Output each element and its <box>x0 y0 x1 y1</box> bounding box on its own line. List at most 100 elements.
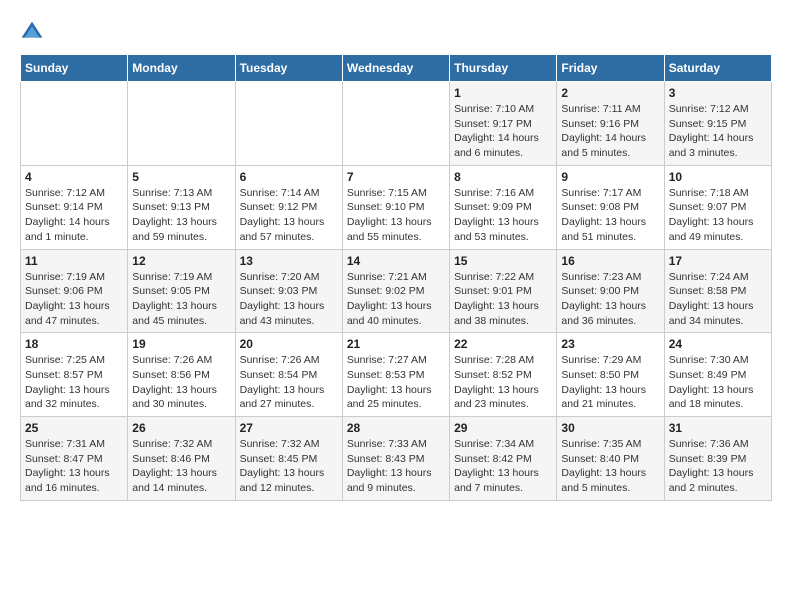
calendar-cell: 29 Sunrise: 7:34 AM Sunset: 8:42 PM Dayli… <box>450 417 557 501</box>
day-number: 25 <box>25 421 123 435</box>
day-number: 13 <box>240 254 338 268</box>
calendar-cell: 17 Sunrise: 7:24 AM Sunset: 8:58 PM Dayli… <box>664 249 771 333</box>
day-info: Sunrise: 7:11 AM Sunset: 9:16 PM Dayligh… <box>561 102 659 161</box>
day-info: Sunrise: 7:23 AM Sunset: 9:00 PM Dayligh… <box>561 270 659 329</box>
day-info: Sunrise: 7:25 AM Sunset: 8:57 PM Dayligh… <box>25 353 123 412</box>
day-number: 27 <box>240 421 338 435</box>
day-number: 28 <box>347 421 445 435</box>
day-info: Sunrise: 7:33 AM Sunset: 8:43 PM Dayligh… <box>347 437 445 496</box>
day-info: Sunrise: 7:29 AM Sunset: 8:50 PM Dayligh… <box>561 353 659 412</box>
day-number: 23 <box>561 337 659 351</box>
day-info: Sunrise: 7:32 AM Sunset: 8:46 PM Dayligh… <box>132 437 230 496</box>
calendar-cell: 2 Sunrise: 7:11 AM Sunset: 9:16 PM Daylig… <box>557 82 664 166</box>
day-info: Sunrise: 7:32 AM Sunset: 8:45 PM Dayligh… <box>240 437 338 496</box>
calendar-cell: 5 Sunrise: 7:13 AM Sunset: 9:13 PM Daylig… <box>128 165 235 249</box>
day-info: Sunrise: 7:27 AM Sunset: 8:53 PM Dayligh… <box>347 353 445 412</box>
day-number: 1 <box>454 86 552 100</box>
day-info: Sunrise: 7:10 AM Sunset: 9:17 PM Dayligh… <box>454 102 552 161</box>
day-number: 18 <box>25 337 123 351</box>
day-info: Sunrise: 7:14 AM Sunset: 9:12 PM Dayligh… <box>240 186 338 245</box>
calendar-header-sunday: Sunday <box>21 55 128 82</box>
calendar-cell: 28 Sunrise: 7:33 AM Sunset: 8:43 PM Dayli… <box>342 417 449 501</box>
calendar-header-row: SundayMondayTuesdayWednesdayThursdayFrid… <box>21 55 772 82</box>
day-info: Sunrise: 7:19 AM Sunset: 9:06 PM Dayligh… <box>25 270 123 329</box>
day-number: 3 <box>669 86 767 100</box>
calendar-cell: 11 Sunrise: 7:19 AM Sunset: 9:06 PM Dayli… <box>21 249 128 333</box>
logo-icon <box>20 20 44 44</box>
calendar-table: SundayMondayTuesdayWednesdayThursdayFrid… <box>20 54 772 501</box>
calendar-cell: 31 Sunrise: 7:36 AM Sunset: 8:39 PM Dayli… <box>664 417 771 501</box>
calendar-week-2: 4 Sunrise: 7:12 AM Sunset: 9:14 PM Daylig… <box>21 165 772 249</box>
calendar-header-monday: Monday <box>128 55 235 82</box>
calendar-cell: 30 Sunrise: 7:35 AM Sunset: 8:40 PM Dayli… <box>557 417 664 501</box>
day-number: 14 <box>347 254 445 268</box>
day-number: 19 <box>132 337 230 351</box>
day-info: Sunrise: 7:17 AM Sunset: 9:08 PM Dayligh… <box>561 186 659 245</box>
day-number: 30 <box>561 421 659 435</box>
page-header <box>20 20 772 44</box>
day-info: Sunrise: 7:22 AM Sunset: 9:01 PM Dayligh… <box>454 270 552 329</box>
calendar-cell: 14 Sunrise: 7:21 AM Sunset: 9:02 PM Dayli… <box>342 249 449 333</box>
day-info: Sunrise: 7:24 AM Sunset: 8:58 PM Dayligh… <box>669 270 767 329</box>
day-info: Sunrise: 7:26 AM Sunset: 8:56 PM Dayligh… <box>132 353 230 412</box>
calendar-header-friday: Friday <box>557 55 664 82</box>
calendar-cell: 26 Sunrise: 7:32 AM Sunset: 8:46 PM Dayli… <box>128 417 235 501</box>
day-info: Sunrise: 7:21 AM Sunset: 9:02 PM Dayligh… <box>347 270 445 329</box>
calendar-cell: 9 Sunrise: 7:17 AM Sunset: 9:08 PM Daylig… <box>557 165 664 249</box>
day-number: 5 <box>132 170 230 184</box>
calendar-cell: 16 Sunrise: 7:23 AM Sunset: 9:00 PM Dayli… <box>557 249 664 333</box>
day-number: 26 <box>132 421 230 435</box>
calendar-cell: 13 Sunrise: 7:20 AM Sunset: 9:03 PM Dayli… <box>235 249 342 333</box>
calendar-cell <box>342 82 449 166</box>
logo <box>20 20 48 44</box>
calendar-header-saturday: Saturday <box>664 55 771 82</box>
day-info: Sunrise: 7:13 AM Sunset: 9:13 PM Dayligh… <box>132 186 230 245</box>
calendar-cell: 6 Sunrise: 7:14 AM Sunset: 9:12 PM Daylig… <box>235 165 342 249</box>
day-number: 31 <box>669 421 767 435</box>
day-info: Sunrise: 7:36 AM Sunset: 8:39 PM Dayligh… <box>669 437 767 496</box>
day-number: 4 <box>25 170 123 184</box>
calendar-cell: 27 Sunrise: 7:32 AM Sunset: 8:45 PM Dayli… <box>235 417 342 501</box>
calendar-cell: 22 Sunrise: 7:28 AM Sunset: 8:52 PM Dayli… <box>450 333 557 417</box>
day-number: 21 <box>347 337 445 351</box>
calendar-header-thursday: Thursday <box>450 55 557 82</box>
day-number: 29 <box>454 421 552 435</box>
calendar-cell: 10Sunrise: 7:18 AM Sunset: 9:07 PM Dayli… <box>664 165 771 249</box>
calendar-week-1: 1 Sunrise: 7:10 AM Sunset: 9:17 PM Daylig… <box>21 82 772 166</box>
calendar-cell <box>128 82 235 166</box>
day-info: Sunrise: 7:30 AM Sunset: 8:49 PM Dayligh… <box>669 353 767 412</box>
calendar-cell: 12 Sunrise: 7:19 AM Sunset: 9:05 PM Dayli… <box>128 249 235 333</box>
calendar-week-4: 18 Sunrise: 7:25 AM Sunset: 8:57 PM Dayli… <box>21 333 772 417</box>
day-number: 8 <box>454 170 552 184</box>
day-info: Sunrise: 7:31 AM Sunset: 8:47 PM Dayligh… <box>25 437 123 496</box>
calendar-cell: 7Sunrise: 7:15 AM Sunset: 9:10 PM Daylig… <box>342 165 449 249</box>
day-number: 6 <box>240 170 338 184</box>
calendar-cell: 4 Sunrise: 7:12 AM Sunset: 9:14 PM Daylig… <box>21 165 128 249</box>
calendar-cell: 1 Sunrise: 7:10 AM Sunset: 9:17 PM Daylig… <box>450 82 557 166</box>
day-number: 20 <box>240 337 338 351</box>
day-number: 16 <box>561 254 659 268</box>
day-number: 9 <box>561 170 659 184</box>
calendar-cell: 25 Sunrise: 7:31 AM Sunset: 8:47 PM Dayli… <box>21 417 128 501</box>
calendar-cell: 8 Sunrise: 7:16 AM Sunset: 9:09 PM Daylig… <box>450 165 557 249</box>
day-info: Sunrise: 7:19 AM Sunset: 9:05 PM Dayligh… <box>132 270 230 329</box>
day-info: Sunrise: 7:20 AM Sunset: 9:03 PM Dayligh… <box>240 270 338 329</box>
day-info: Sunrise: 7:15 AM Sunset: 9:10 PM Dayligh… <box>347 186 445 245</box>
day-number: 2 <box>561 86 659 100</box>
day-number: 12 <box>132 254 230 268</box>
calendar-cell: 15Sunrise: 7:22 AM Sunset: 9:01 PM Dayli… <box>450 249 557 333</box>
calendar-cell: 24Sunrise: 7:30 AM Sunset: 8:49 PM Dayli… <box>664 333 771 417</box>
day-info: Sunrise: 7:16 AM Sunset: 9:09 PM Dayligh… <box>454 186 552 245</box>
calendar-cell: 20Sunrise: 7:26 AM Sunset: 8:54 PM Dayli… <box>235 333 342 417</box>
day-info: Sunrise: 7:35 AM Sunset: 8:40 PM Dayligh… <box>561 437 659 496</box>
calendar-header-wednesday: Wednesday <box>342 55 449 82</box>
day-number: 17 <box>669 254 767 268</box>
calendar-cell: 3Sunrise: 7:12 AM Sunset: 9:15 PM Daylig… <box>664 82 771 166</box>
day-number: 11 <box>25 254 123 268</box>
day-info: Sunrise: 7:28 AM Sunset: 8:52 PM Dayligh… <box>454 353 552 412</box>
day-info: Sunrise: 7:34 AM Sunset: 8:42 PM Dayligh… <box>454 437 552 496</box>
calendar-cell <box>235 82 342 166</box>
day-info: Sunrise: 7:18 AM Sunset: 9:07 PM Dayligh… <box>669 186 767 245</box>
day-info: Sunrise: 7:12 AM Sunset: 9:14 PM Dayligh… <box>25 186 123 245</box>
day-number: 22 <box>454 337 552 351</box>
